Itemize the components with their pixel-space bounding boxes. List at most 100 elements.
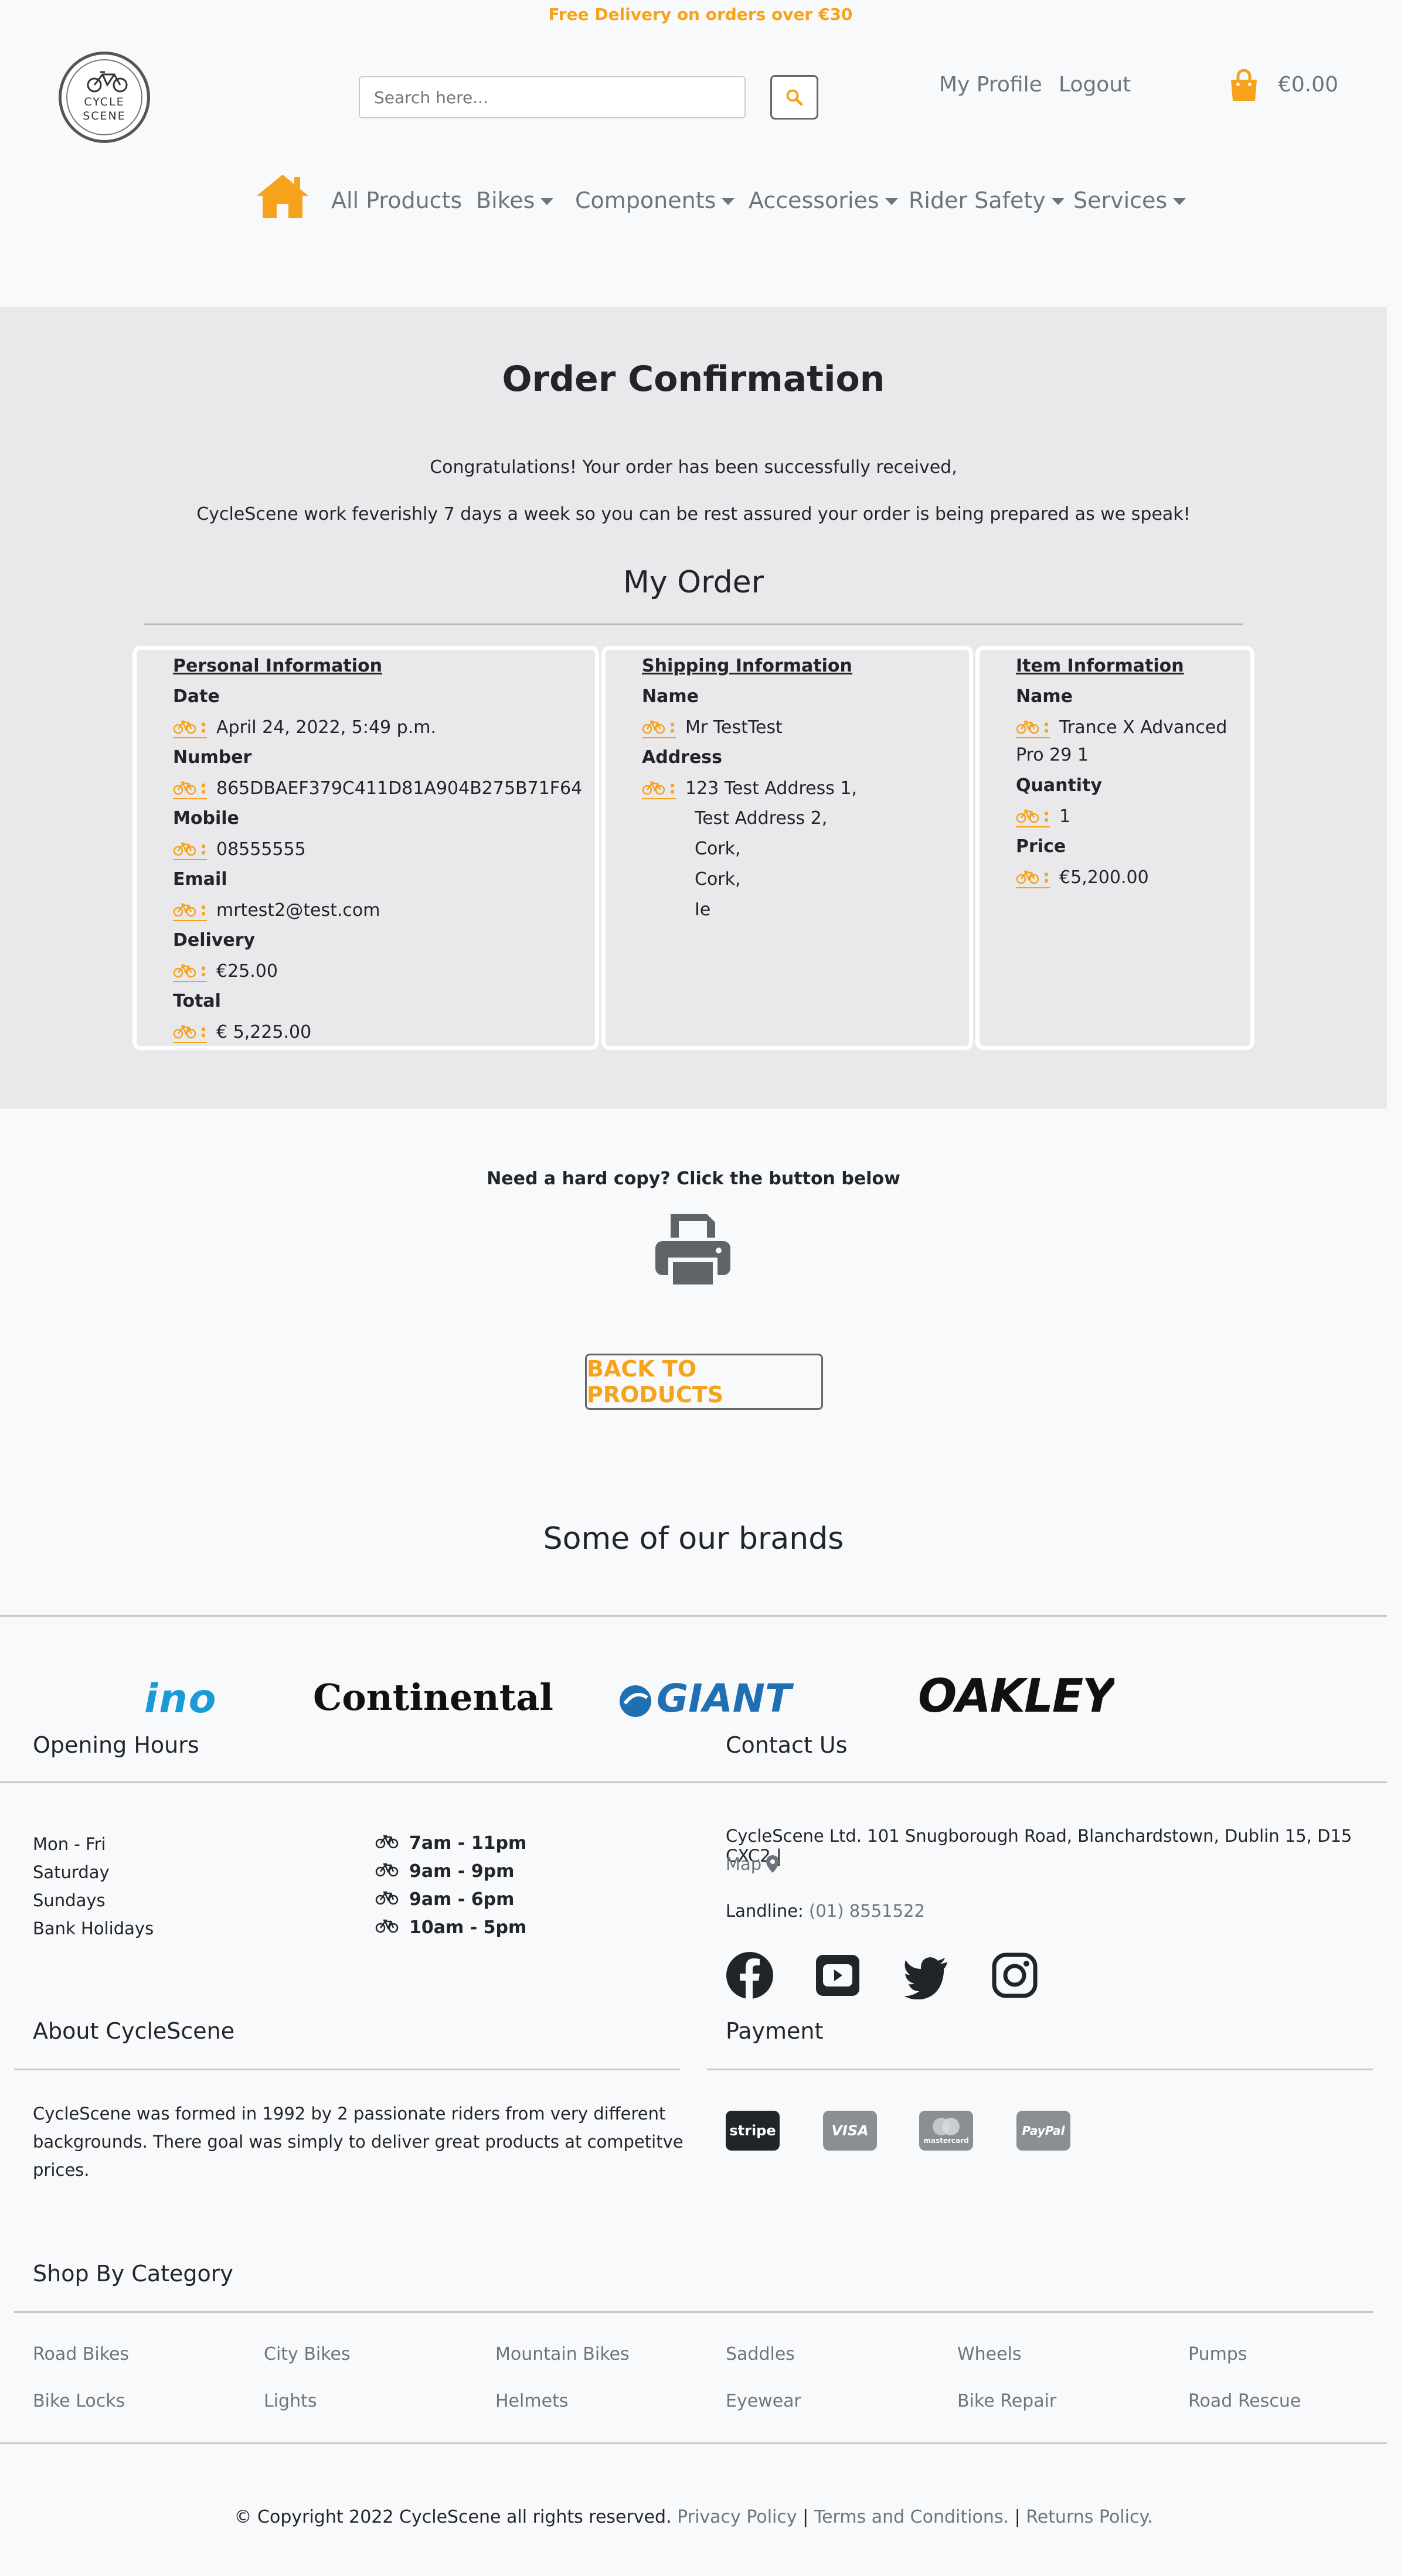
brand-logo-oakley[interactable]: OAKLEY (918, 1670, 1114, 1718)
date-row: : April 24, 2022, 5:49 p.m. (173, 717, 436, 738)
youtube-icon[interactable] (814, 1951, 862, 1999)
hours-day: Saturday (33, 1862, 110, 1882)
mastercard-label: mastercard (923, 2137, 969, 2145)
giant-wordmark: GIANT (657, 1676, 792, 1721)
bike-logo-icon (87, 71, 128, 93)
bike-icon: : (642, 717, 676, 738)
copyright-text: © Copyright 2022 CycleScene all rights r… (234, 2507, 672, 2527)
email-value: mrtest2@test.com (216, 900, 380, 921)
chevron-down-icon (1173, 198, 1186, 205)
home-icon[interactable] (254, 172, 311, 219)
category-link-bike-locks[interactable]: Bike Locks (33, 2391, 125, 2411)
brand-logo-ino[interactable]: ino (144, 1676, 217, 1722)
shipping-info-card: Shipping Information Name : Mr TestTest A… (601, 646, 973, 1050)
nav-components[interactable]: Components (575, 188, 735, 213)
instagram-icon[interactable] (991, 1951, 1039, 1999)
contact-address: CycleScene Ltd. 101 Snugborough Road, Bl… (726, 1826, 1352, 1866)
logout-link[interactable]: Logout (1059, 73, 1131, 97)
bike-icon: : (1016, 806, 1050, 827)
landline-link[interactable]: (01) 8551522 (809, 1901, 925, 1921)
category-link-eyewear[interactable]: Eyewear (726, 2391, 801, 2411)
nav-all-products[interactable]: All Products (331, 188, 462, 213)
shipping-name: Mr TestTest (685, 717, 783, 738)
bike-icon: : (173, 717, 207, 738)
address-line-4: Cork, (695, 869, 741, 890)
separator: | (1014, 2507, 1021, 2527)
shopping-bag-icon[interactable] (1229, 69, 1259, 102)
category-link-road-rescue[interactable]: Road Rescue (1188, 2391, 1301, 2411)
shop-by-category-heading: Shop By Category (33, 2261, 233, 2287)
category-link-city-bikes[interactable]: City Bikes (264, 2344, 351, 2364)
bike-icon: : (1016, 867, 1050, 888)
search-icon (786, 89, 803, 106)
nav-label: All Products (331, 188, 463, 213)
returns-policy-link[interactable]: Returns Policy. (1026, 2507, 1152, 2527)
site-logo[interactable]: CYCLE SCENE (59, 52, 150, 143)
category-link-lights[interactable]: Lights (264, 2391, 317, 2411)
address-label: Address (642, 747, 723, 768)
printer-icon[interactable] (653, 1212, 733, 1289)
email-row: : mrtest2@test.com (173, 899, 380, 921)
page-title: Order Confirmation (502, 359, 885, 400)
bike-icon: : (173, 839, 207, 860)
chevron-down-icon (540, 198, 554, 205)
about-text-line: prices. (33, 2160, 90, 2180)
total-label: Total (173, 991, 221, 1011)
delivery-row: : €25.00 (173, 960, 278, 982)
address-line-1: 123 Test Address 1, (685, 778, 858, 799)
bike-icon: : (642, 778, 676, 799)
my-profile-link[interactable]: My Profile (939, 73, 1042, 97)
landline-label: Landline: (726, 1901, 804, 1921)
brands-heading: Some of our brands (543, 1521, 844, 1556)
nav-services[interactable]: Services (1073, 188, 1186, 213)
nav-bikes[interactable]: Bikes (476, 188, 554, 213)
card-title: Item Information (1016, 656, 1184, 676)
address-line-5: Ie (695, 899, 711, 920)
mobile-value: 08555555 (216, 839, 306, 860)
twitter-icon[interactable] (902, 1951, 950, 1999)
brand-logo-giant[interactable]: GIANT (618, 1676, 791, 1721)
cart-total[interactable]: €0.00 (1278, 73, 1338, 97)
search-button[interactable] (770, 75, 818, 120)
search-input[interactable] (359, 76, 746, 118)
nav-label: Accessories (749, 188, 879, 213)
bike-icon: : (173, 960, 207, 982)
email-label: Email (173, 869, 227, 890)
delivery-value: €25.00 (216, 961, 278, 982)
nav-accessories[interactable]: Accessories (749, 188, 898, 213)
nav-rider-safety[interactable]: Rider Safety (909, 188, 1065, 213)
order-message-1: Congratulations! Your order has been suc… (430, 457, 957, 478)
total-value: € 5,225.00 (216, 1022, 312, 1042)
category-link-bike-repair[interactable]: Bike Repair (957, 2391, 1056, 2411)
category-link-saddles[interactable]: Saddles (726, 2344, 795, 2364)
card-title: Shipping Information (642, 656, 852, 676)
privacy-policy-link[interactable]: Privacy Policy (677, 2507, 797, 2527)
category-link-pumps[interactable]: Pumps (1188, 2344, 1247, 2364)
category-link-road-bikes[interactable]: Road Bikes (33, 2344, 129, 2364)
about-text-line: backgrounds. There goal was simply to de… (33, 2132, 684, 2152)
category-link-mountain-bikes[interactable]: Mountain Bikes (495, 2344, 630, 2364)
hours-time: 10am - 5pm (409, 1917, 527, 1938)
category-link-helmets[interactable]: Helmets (495, 2391, 568, 2411)
hours-time: 9am - 9pm (409, 1861, 515, 1882)
about-text-line: CycleScene was formed in 1992 by 2 passi… (33, 2104, 666, 2124)
brand-logo-continental[interactable]: Continental (313, 1676, 553, 1719)
terms-link[interactable]: Terms and Conditions. (814, 2507, 1009, 2527)
hardcopy-text: Need a hard copy? Click the button below (487, 1168, 900, 1189)
address-line-2: Test Address 2, (695, 808, 828, 829)
hours-time-row: 9am - 6pm (375, 1889, 514, 1910)
item-name-label: Name (1016, 686, 1073, 707)
visa-payment-icon: VISA (823, 2111, 877, 2151)
nav-label: Services (1073, 188, 1168, 213)
promo-banner: Free Delivery on orders over €30 (548, 5, 853, 24)
map-link[interactable]: Map (726, 1854, 780, 1874)
bicycle-icon (375, 1889, 399, 1910)
divider (0, 1615, 1387, 1617)
quantity-value: 1 (1059, 806, 1071, 827)
card-title: Personal Information (173, 656, 382, 676)
back-to-products-button[interactable]: BACK TO PRODUCTS (585, 1354, 823, 1410)
category-link-wheels[interactable]: Wheels (957, 2344, 1022, 2364)
bike-icon: : (173, 1021, 207, 1043)
mobile-row: :08555555 (173, 839, 306, 860)
facebook-icon[interactable] (726, 1951, 774, 1999)
